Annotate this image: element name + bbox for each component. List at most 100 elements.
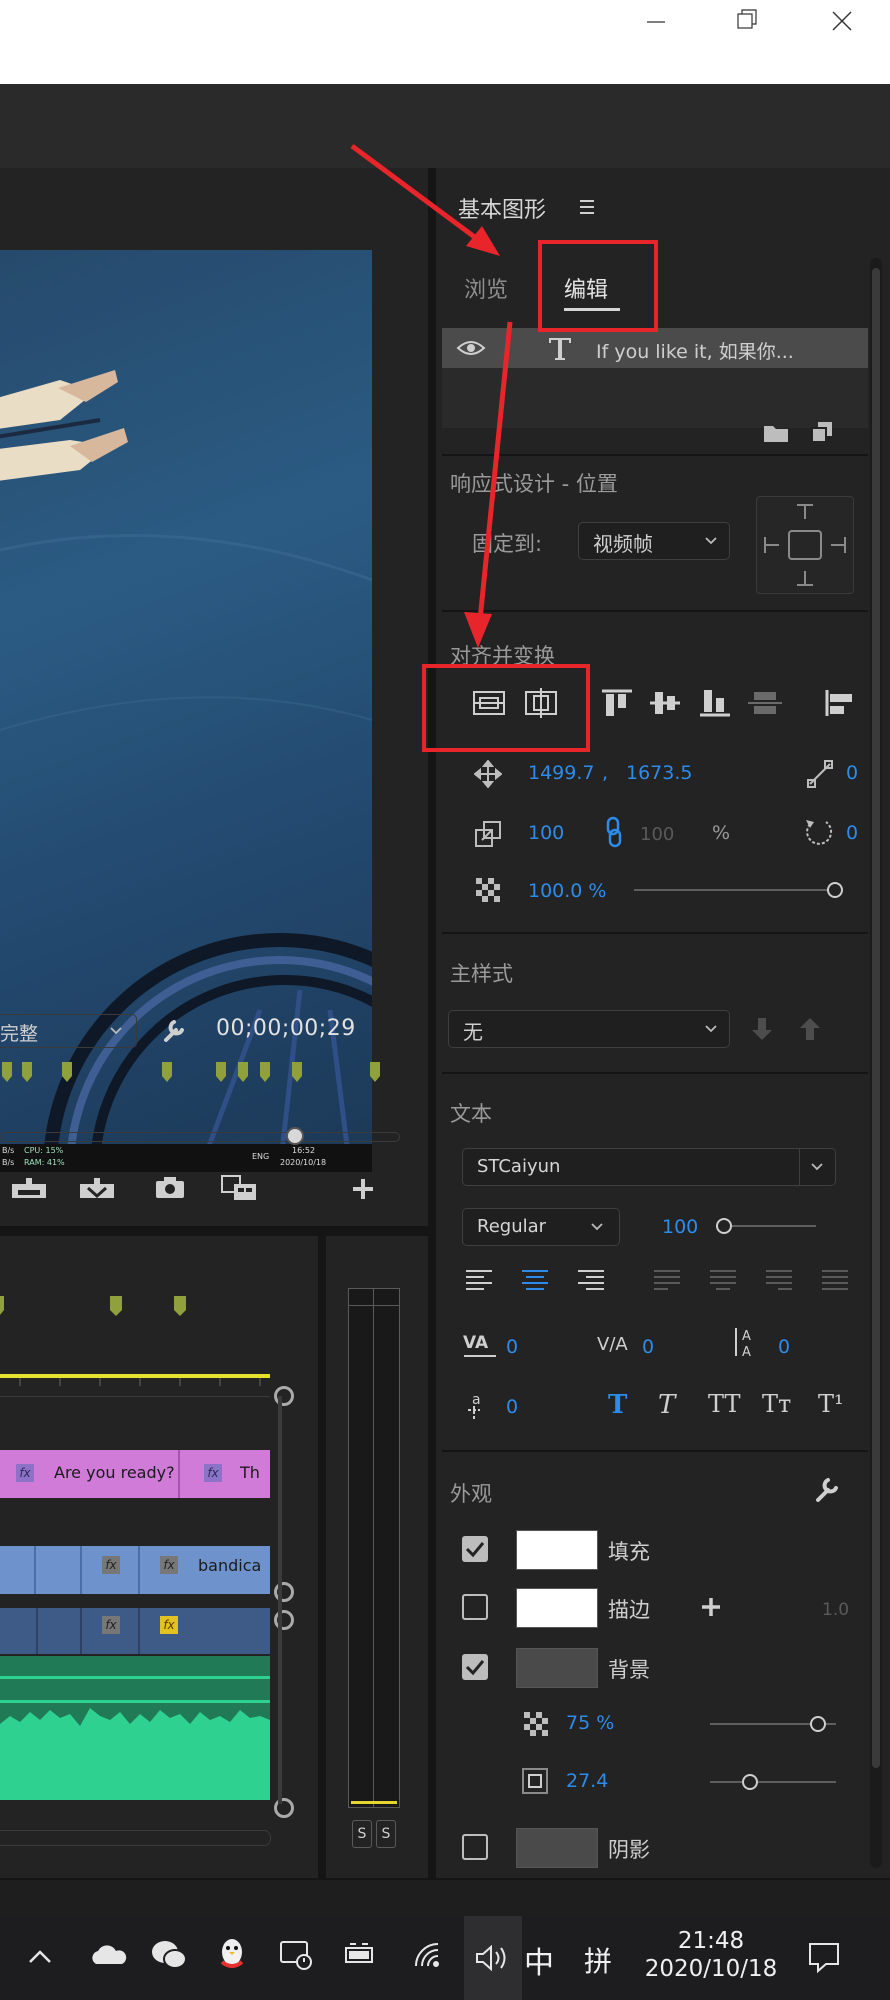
eye-icon[interactable]: [456, 338, 486, 358]
panel-menu-icon[interactable]: [578, 198, 596, 216]
close-button[interactable]: [824, 0, 858, 44]
superscript-button[interactable]: T¹: [818, 1390, 858, 1418]
volume-button[interactable]: [464, 1916, 522, 2000]
baseline-value[interactable]: 0: [506, 1396, 518, 1418]
tracking-value[interactable]: 0: [506, 1336, 518, 1358]
solo-button-right[interactable]: S: [376, 1820, 396, 1848]
align-top-icon[interactable]: [600, 688, 634, 718]
background-opacity-slider[interactable]: [710, 1714, 840, 1734]
justify-all-icon[interactable]: [820, 1268, 850, 1292]
faux-italic-button[interactable]: T: [658, 1390, 675, 1420]
background-opacity-handle[interactable]: [810, 1716, 826, 1732]
new-layer-icon[interactable]: [810, 420, 834, 444]
fit-dropdown[interactable]: 完整: [0, 1014, 137, 1048]
anchor-value[interactable]: 0: [846, 762, 858, 784]
clip-are-you-ready[interactable]: fx Are you ready?: [0, 1450, 180, 1498]
small-caps-button[interactable]: Tт: [762, 1390, 791, 1418]
onedrive-icon[interactable]: [88, 1942, 128, 1968]
track-height-handle[interactable]: [274, 1610, 294, 1630]
background-opacity-value[interactable]: 75 %: [566, 1712, 614, 1734]
new-folder-icon[interactable]: [762, 422, 790, 444]
tab-browse[interactable]: 浏览: [464, 272, 524, 312]
tab-edit[interactable]: 编辑: [564, 272, 626, 316]
add-stroke-icon[interactable]: [700, 1596, 722, 1618]
align-horizontal-center-icon[interactable]: [524, 688, 558, 718]
track-height-handle[interactable]: [274, 1386, 294, 1406]
kerning-value[interactable]: 0: [642, 1336, 654, 1358]
master-style-dropdown[interactable]: 无: [448, 1010, 730, 1048]
pin-edges-widget[interactable]: [756, 496, 854, 594]
stroke-checkbox[interactable]: [462, 1594, 488, 1620]
background-checkbox[interactable]: [462, 1654, 488, 1680]
comparison-view-icon[interactable]: [218, 1170, 260, 1204]
track-height-handle[interactable]: [274, 1798, 294, 1818]
wrench-icon[interactable]: [160, 1016, 188, 1044]
ime-language-indicator[interactable]: 中: [524, 1938, 554, 1982]
font-size-slider[interactable]: [716, 1216, 820, 1236]
network-icon[interactable]: [412, 1940, 446, 1970]
push-to-master-icon[interactable]: [750, 1016, 774, 1042]
lift-icon[interactable]: [8, 1172, 50, 1202]
clip-label[interactable]: bandica: [198, 1556, 261, 1575]
minimize-button[interactable]: [640, 0, 670, 44]
background-size-value[interactable]: 27.4: [566, 1770, 608, 1792]
leading-value[interactable]: 0: [778, 1336, 790, 1358]
qq-icon[interactable]: [216, 1936, 248, 1974]
font-size-slider-handle[interactable]: [716, 1218, 732, 1234]
wechat-icon[interactable]: [150, 1938, 188, 1972]
shadow-color-swatch[interactable]: [516, 1828, 598, 1868]
position-x[interactable]: 1499.7: [528, 762, 594, 784]
all-caps-button[interactable]: TT: [708, 1390, 740, 1418]
stroke-color-swatch[interactable]: [516, 1588, 598, 1628]
restore-button[interactable]: [730, 0, 764, 44]
screen-record-icon[interactable]: [278, 1938, 314, 1972]
add-button-icon[interactable]: [350, 1176, 376, 1202]
justify-last-right-icon[interactable]: [764, 1268, 794, 1292]
align-bottom-icon[interactable]: [698, 688, 732, 718]
playback-scrubber[interactable]: [0, 1126, 400, 1146]
opacity-slider[interactable]: [634, 880, 844, 900]
layer-row[interactable]: If you like it, 如果你...: [442, 328, 868, 368]
extract-icon[interactable]: [76, 1172, 118, 1202]
track-height-handle[interactable]: [274, 1582, 294, 1602]
background-size-slider[interactable]: [710, 1772, 840, 1792]
align-vertical-center-icon[interactable]: [472, 688, 506, 718]
rotation-value[interactable]: 0: [846, 822, 858, 844]
show-hidden-icons[interactable]: [26, 1944, 54, 1968]
battery-icon[interactable]: [342, 1942, 378, 1968]
font-style-dropdown[interactable]: Regular: [462, 1208, 620, 1246]
faux-bold-button[interactable]: T: [608, 1390, 627, 1420]
background-size-handle[interactable]: [742, 1774, 758, 1790]
clip-th[interactable]: fx Th: [180, 1450, 270, 1498]
fill-checkbox[interactable]: [462, 1536, 488, 1562]
opacity-value[interactable]: 100.0 %: [528, 880, 607, 902]
background-color-swatch[interactable]: [516, 1648, 598, 1688]
fill-color-swatch[interactable]: [516, 1530, 598, 1570]
timeline-hscroll[interactable]: [0, 1830, 271, 1846]
clock[interactable]: 21:48 2020/10/18: [640, 1922, 782, 1994]
text-align-center-icon[interactable]: [520, 1268, 550, 1292]
opacity-slider-handle[interactable]: [827, 882, 843, 898]
camera-icon[interactable]: [154, 1174, 186, 1200]
text-align-left-icon[interactable]: [464, 1268, 494, 1292]
position-y[interactable]: 1673.5: [626, 762, 692, 784]
notification-icon[interactable]: [806, 1940, 842, 1974]
panel-scrollbar-thumb[interactable]: [872, 268, 880, 1768]
link-icon[interactable]: [604, 816, 624, 848]
distribute-vertical-icon[interactable]: [748, 688, 782, 718]
scale-value[interactable]: 100: [528, 822, 564, 844]
ime-mode-indicator[interactable]: 拼: [584, 1940, 612, 1980]
font-dropdown[interactable]: STCaiyun: [462, 1148, 836, 1186]
font-size-value[interactable]: 100: [662, 1216, 698, 1238]
appearance-wrench-icon[interactable]: [812, 1474, 842, 1504]
scrubber-handle[interactable]: [286, 1127, 304, 1145]
justify-last-center-icon[interactable]: [708, 1268, 738, 1292]
shadow-checkbox[interactable]: [462, 1834, 488, 1860]
align-middle-icon[interactable]: [648, 688, 682, 718]
panel-scrollbar[interactable]: [870, 258, 882, 1868]
align-left-icon[interactable]: [824, 688, 854, 718]
justify-last-left-icon[interactable]: [652, 1268, 682, 1292]
text-align-right-icon[interactable]: [576, 1268, 606, 1292]
pin-to-dropdown[interactable]: 视频帧: [578, 522, 730, 560]
sync-from-master-icon[interactable]: [798, 1016, 822, 1042]
